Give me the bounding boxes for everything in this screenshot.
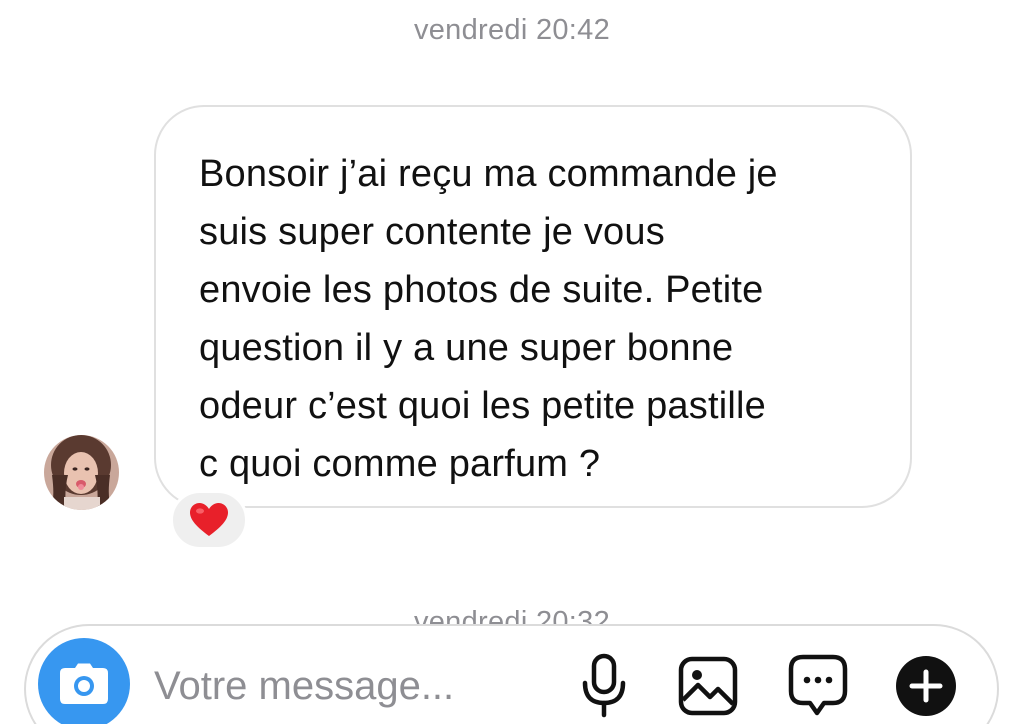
message-input[interactable] [154,658,554,714]
heart-reaction[interactable] [170,490,248,550]
sticker-button[interactable] [786,650,850,722]
plus-icon [896,656,956,716]
message-text: Bonsoir j’ai reçu ma commande je suis su… [199,153,778,485]
gallery-icon [678,656,738,716]
camera-button[interactable] [38,638,130,724]
more-options-button[interactable] [894,650,958,722]
message-composer [24,624,999,724]
sticker-icon [788,654,848,716]
avatar-photo [44,435,119,510]
microphone-button[interactable] [572,650,636,722]
microphone-icon [582,653,626,718]
sender-avatar[interactable] [44,435,119,510]
dm-thread-screen: vendredi 20:42 Bonsoir j’ai reçu ma comm… [0,0,1024,724]
message-timestamp: vendredi 20:42 [413,14,611,46]
message-bubble[interactable]: Bonsoir j’ai reçu ma commande je suis su… [154,105,912,508]
heart-icon [190,503,228,536]
gallery-button[interactable] [676,650,740,722]
camera-icon [60,663,108,704]
